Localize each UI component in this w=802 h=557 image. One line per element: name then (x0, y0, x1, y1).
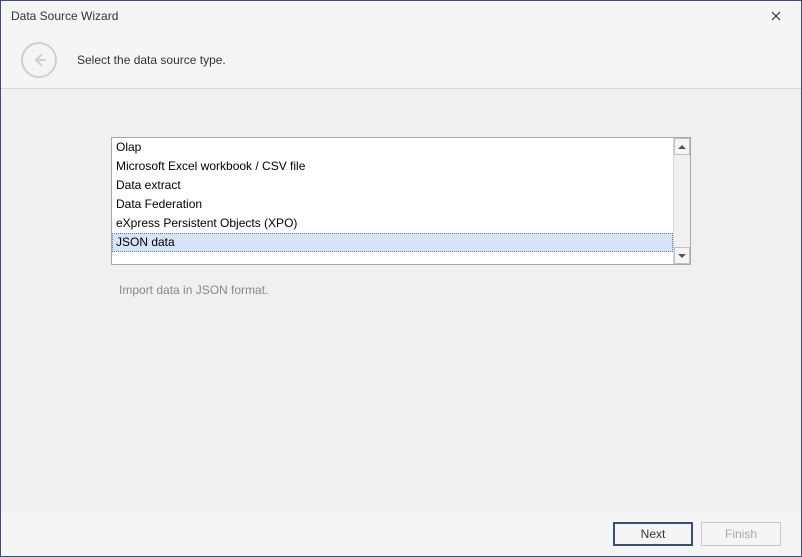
list-item[interactable]: Data Federation (112, 195, 673, 214)
instruction-text: Select the data source type. (77, 53, 226, 67)
content-area: OlapMicrosoft Excel workbook / CSV fileD… (1, 89, 801, 512)
scroll-down-button[interactable] (674, 247, 690, 264)
scroll-up-button[interactable] (674, 138, 690, 155)
back-button[interactable] (21, 42, 57, 78)
dialog-title: Data Source Wizard (11, 9, 761, 23)
list-item[interactable]: Microsoft Excel workbook / CSV file (112, 157, 673, 176)
next-button[interactable]: Next (613, 522, 693, 546)
list-item[interactable]: JSON data (112, 233, 673, 252)
titlebar: Data Source Wizard (1, 1, 801, 31)
list-item[interactable]: Olap (112, 138, 673, 157)
list-item[interactable]: Data extract (112, 176, 673, 195)
finish-button: Finish (701, 522, 781, 546)
back-arrow-icon (31, 52, 47, 68)
data-source-type-listbox: OlapMicrosoft Excel workbook / CSV fileD… (111, 137, 691, 265)
close-icon (771, 11, 781, 21)
scrollbar[interactable] (673, 138, 690, 264)
list-item[interactable]: eXpress Persistent Objects (XPO) (112, 214, 673, 233)
description-text: Import data in JSON format. (111, 283, 691, 297)
wizard-header: Select the data source type. (1, 31, 801, 89)
footer: Next Finish (1, 512, 801, 556)
listbox-items[interactable]: OlapMicrosoft Excel workbook / CSV fileD… (112, 138, 673, 264)
chevron-up-icon (678, 144, 686, 150)
close-button[interactable] (761, 4, 791, 28)
chevron-down-icon (678, 253, 686, 259)
data-source-wizard-dialog: Data Source Wizard Select the data sourc… (0, 0, 802, 557)
